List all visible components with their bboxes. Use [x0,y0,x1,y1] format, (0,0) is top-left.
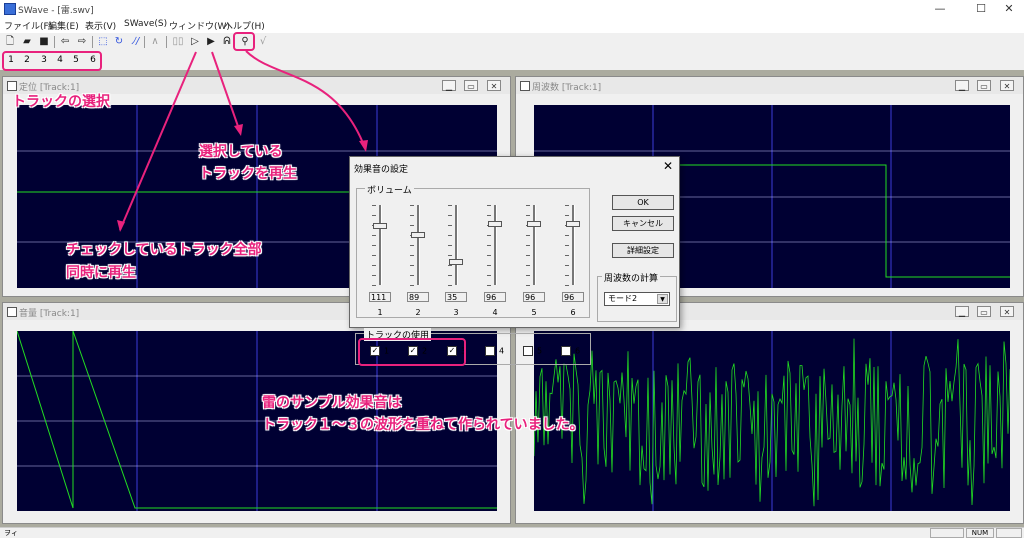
track-checkbox-5[interactable]: 5 [523,346,542,356]
annotation-caption-1: 雷のサンプル効果音は [262,395,402,411]
annotation-play-all-2: 同時に再生 [66,265,136,281]
annotation-play-all-1: チェックしているトラック全部 [66,242,262,258]
checkbox-empty[interactable] [523,346,533,356]
checkbox-empty[interactable] [485,346,495,356]
track-checkbox-6[interactable]: 6 [561,346,580,356]
track-checkbox-label: 4 [499,346,505,356]
annotation-play-selected-2: トラックを再生 [199,166,297,182]
annotation-play-selected-1: 選択している [199,144,283,160]
checkbox-empty[interactable] [561,346,571,356]
annotation-arrows [117,50,368,232]
annotation-caption-2: トラック１～３の波形を重ねて作られていました。 [262,417,584,433]
track-checkbox-label: 5 [537,346,543,356]
track-checkbox-label: 6 [575,346,581,356]
annotation-track-select: トラックの選択 [12,94,110,110]
track-checks-highlight [358,338,466,366]
track-checkbox-4[interactable]: 4 [485,346,504,356]
